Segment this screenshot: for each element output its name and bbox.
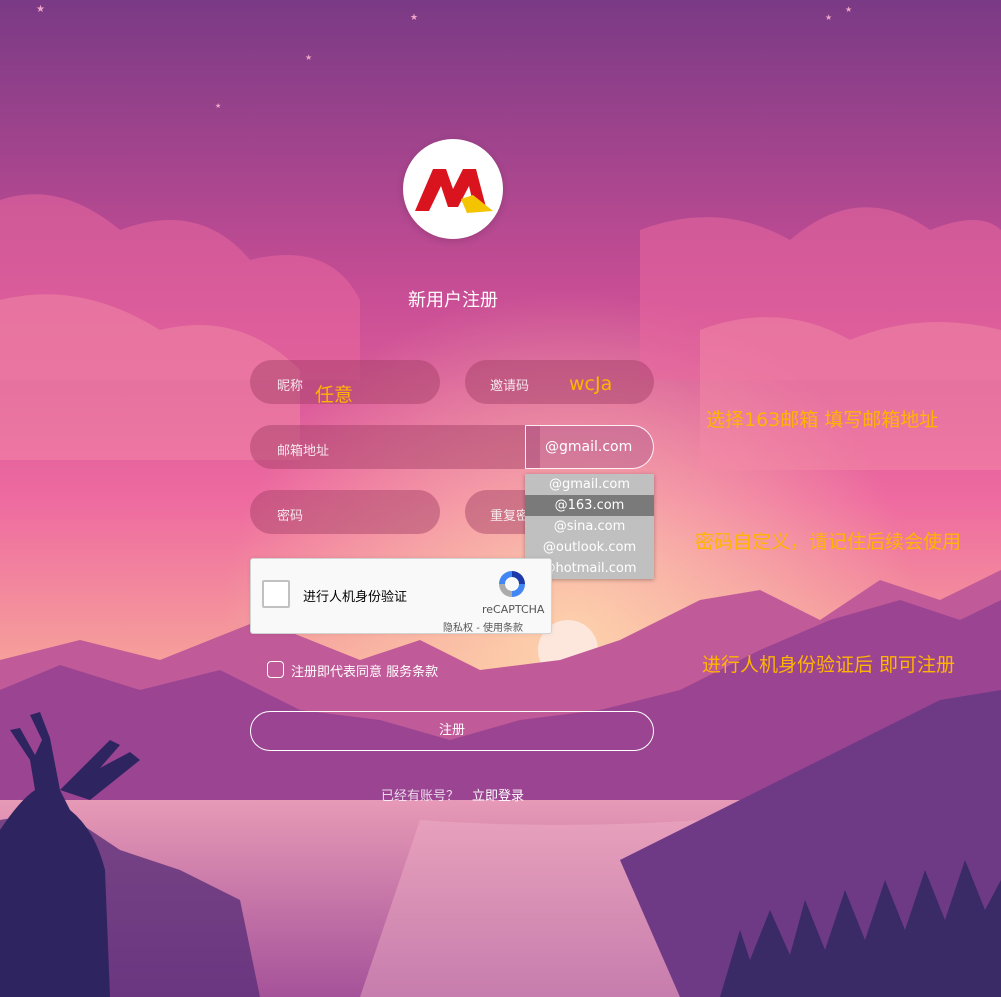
recaptcha-links: 隐私权 - 使用条款	[443, 619, 523, 634]
page-title: 新用户注册	[408, 290, 498, 311]
have-account-text: 已经有账号？	[381, 789, 460, 804]
recaptcha-brand: reCAPTCHA	[482, 603, 545, 616]
invite-code-label: 邀请码	[490, 379, 530, 394]
nickname-label: 昵称	[277, 379, 304, 394]
recaptcha-icon	[499, 571, 525, 597]
invite-code-value: wcJa	[569, 373, 613, 395]
email-label: 邮箱地址	[277, 444, 330, 459]
recaptcha-separator: -	[476, 623, 480, 634]
login-link[interactable]: 立即登录	[472, 785, 524, 804]
svg-text:★: ★	[410, 13, 418, 23]
email-domain-select[interactable]: @gmail.com	[525, 425, 654, 469]
recaptcha-privacy-link[interactable]: 隐私权	[443, 623, 473, 634]
captcha-annotation: 进行人机身份验证后 即可注册	[702, 654, 956, 676]
svg-text:★: ★	[305, 53, 312, 62]
brand-logo	[403, 139, 503, 239]
recaptcha-checkbox[interactable]	[262, 580, 290, 608]
agree-terms-checkbox[interactable]	[267, 661, 284, 678]
register-button[interactable]: 注册	[250, 711, 654, 751]
domain-option-selected[interactable]: @163.com	[525, 495, 654, 516]
svg-text:★: ★	[825, 13, 832, 22]
confirm-password-label: 重复密	[490, 509, 530, 524]
svg-text:★: ★	[845, 5, 852, 14]
recaptcha-label: 进行人机身份验证	[303, 590, 408, 605]
domain-option[interactable]: @sina.com	[525, 516, 654, 537]
password-label: 密码	[277, 509, 304, 524]
domain-option[interactable]: @outlook.com	[525, 537, 654, 558]
email-annotation: 选择163邮箱 填写邮箱地址	[706, 409, 939, 431]
nickname-value: 任意	[315, 384, 354, 406]
recaptcha-terms-link[interactable]: 使用条款	[483, 623, 523, 634]
svg-text:★: ★	[215, 102, 221, 110]
terms-of-service-link[interactable]: 服务条款	[386, 665, 438, 680]
m-logo-icon	[415, 169, 493, 213]
domain-option[interactable]: @gmail.com	[525, 474, 654, 495]
agree-terms-text: 注册即代表同意 服务条款	[291, 661, 438, 680]
agree-terms-label: 注册即代表同意	[291, 665, 383, 680]
svg-text:★: ★	[36, 4, 45, 15]
password-annotation: 密码自定义，请记住后续会使用	[695, 531, 962, 553]
